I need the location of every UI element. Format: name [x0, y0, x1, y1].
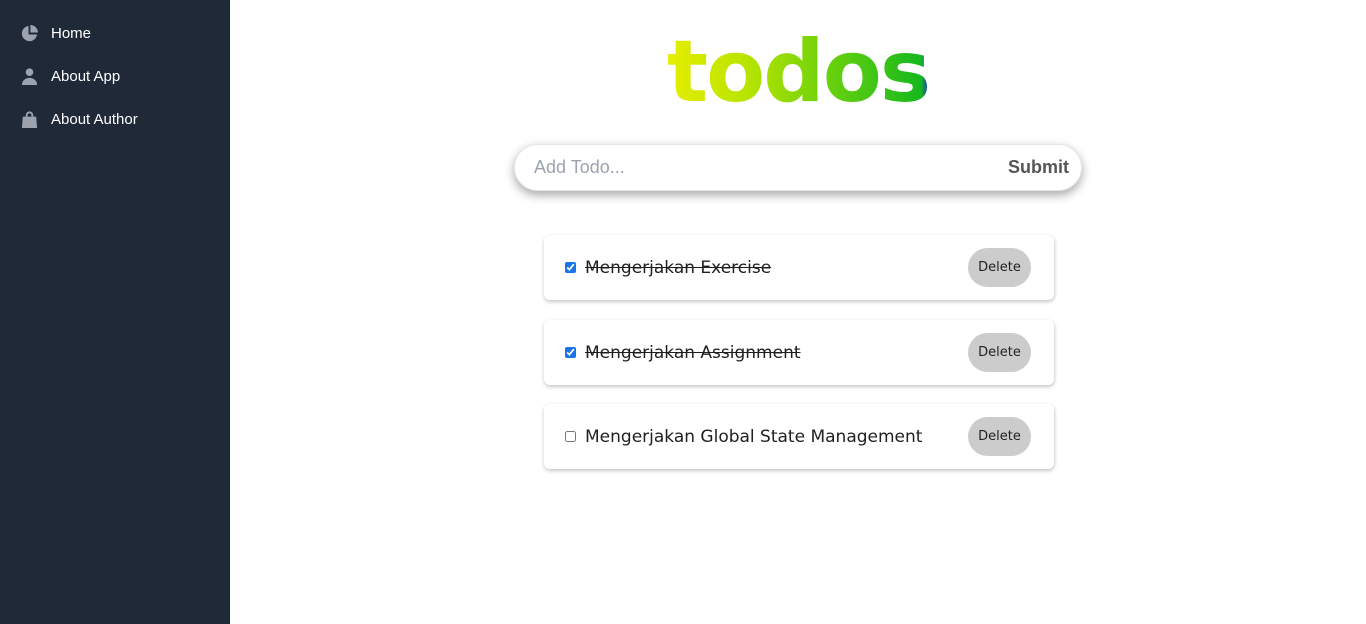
main-content: todos Submit Mengerjakan Exercise Delete… — [230, 0, 1366, 624]
sidebar-item-home[interactable]: Home — [0, 12, 230, 55]
todo-text: Mengerjakan Global State Management — [585, 426, 923, 447]
delete-button[interactable]: Delete — [968, 248, 1031, 287]
sidebar: Home About App About Author — [0, 0, 230, 624]
sidebar-item-about-app[interactable]: About App — [0, 55, 230, 98]
todo-checkbox[interactable] — [565, 262, 576, 273]
sidebar-item-about-author[interactable]: About Author — [0, 98, 230, 141]
todo-text: Mengerjakan Assignment — [585, 342, 801, 363]
bag-icon — [19, 110, 39, 130]
todo-checkbox[interactable] — [565, 347, 576, 358]
sidebar-item-label: About Author — [51, 111, 138, 128]
pie-chart-icon — [19, 24, 39, 44]
todo-item: Mengerjakan Global State Management Dele… — [544, 404, 1054, 469]
todo-text: Mengerjakan Exercise — [585, 257, 772, 278]
user-icon — [19, 67, 39, 87]
delete-button[interactable]: Delete — [968, 417, 1031, 456]
sidebar-item-label: Home — [51, 25, 92, 42]
add-todo-input[interactable] — [515, 145, 1008, 190]
submit-button[interactable]: Submit — [1008, 157, 1081, 178]
delete-button[interactable]: Delete — [968, 333, 1031, 372]
todo-item: Mengerjakan Assignment Delete — [544, 320, 1054, 385]
sidebar-item-label: About App — [51, 68, 121, 85]
add-todo-form: Submit — [514, 144, 1082, 191]
todo-item: Mengerjakan Exercise Delete — [544, 235, 1054, 300]
app-title: todos — [666, 22, 931, 122]
todo-list: Mengerjakan Exercise Delete Mengerjakan … — [544, 235, 1054, 489]
todo-checkbox[interactable] — [565, 431, 576, 442]
